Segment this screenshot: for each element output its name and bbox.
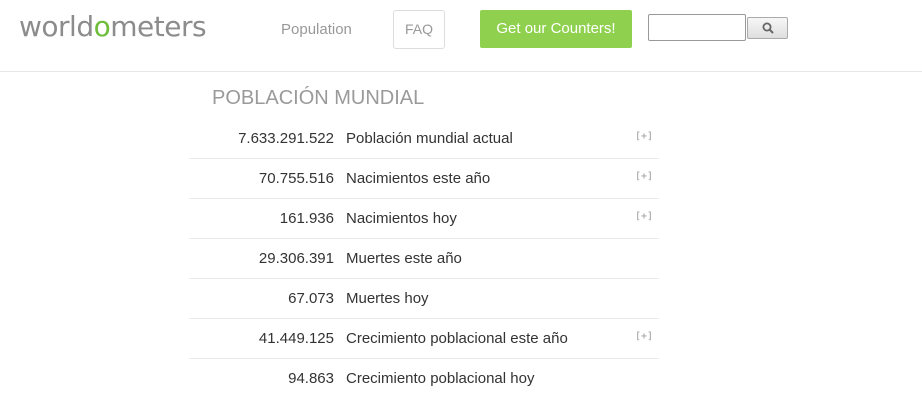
search-icon: [762, 22, 774, 34]
worldometers-logo[interactable]: worldometers: [19, 9, 207, 45]
search-input[interactable]: [648, 14, 746, 41]
stat-row-deaths-this-year: 29.306.391 Muertes este año: [189, 239, 659, 279]
logo-text-highlight: o: [93, 10, 111, 43]
stat-row-deaths-today: 67.073 Muertes hoy: [189, 279, 659, 319]
stat-value: 94.863: [288, 370, 334, 387]
stat-row-growth-this-year: 41.449.125 Crecimiento poblacional este …: [189, 319, 659, 359]
stats-list: 7.633.291.522 Población mundial actual […: [189, 119, 659, 399]
stat-row-births-today: 161.936 Nacimientos hoy [+]: [189, 199, 659, 239]
stat-row-world-population: 7.633.291.522 Población mundial actual […: [189, 119, 659, 159]
stat-label: Muertes hoy: [346, 290, 429, 307]
section-title: POBLACIÓN MUNDIAL: [212, 87, 425, 109]
nav-faq-button[interactable]: FAQ: [393, 10, 445, 49]
stat-label: Crecimiento poblacional este año: [346, 330, 568, 347]
stat-row-growth-today: 94.863 Crecimiento poblacional hoy: [189, 359, 659, 399]
logo-text-part1: world: [19, 10, 94, 43]
stat-value: 29.306.391: [258, 250, 334, 267]
expand-toggle[interactable]: [+]: [635, 330, 653, 344]
stat-label: Muertes este año: [346, 250, 462, 267]
stat-row-births-this-year: 70.755.516 Nacimientos este año [+]: [189, 159, 659, 199]
stat-value: 7.633.291.522: [238, 130, 334, 147]
stat-label: Población mundial actual: [346, 130, 513, 147]
stat-value: 161.936: [279, 210, 334, 227]
stat-label: Nacimientos este año: [346, 170, 491, 187]
expand-toggle[interactable]: [+]: [635, 130, 653, 144]
expand-toggle[interactable]: [+]: [635, 210, 653, 224]
site-header: worldometers Population FAQ Get our Coun…: [0, 0, 922, 72]
stat-value: 67.073: [288, 290, 334, 307]
stat-label: Crecimiento poblacional hoy: [346, 370, 535, 387]
stat-label: Nacimientos hoy: [346, 210, 457, 227]
nav-link-population[interactable]: Population: [281, 20, 352, 40]
expand-toggle[interactable]: [+]: [635, 170, 653, 184]
stat-value: 41.449.125: [258, 330, 334, 347]
get-counters-button[interactable]: Get our Counters!: [480, 10, 632, 48]
search-button[interactable]: [747, 17, 788, 39]
stat-value: 70.755.516: [258, 170, 334, 187]
logo-text-part2: meters: [110, 10, 207, 43]
